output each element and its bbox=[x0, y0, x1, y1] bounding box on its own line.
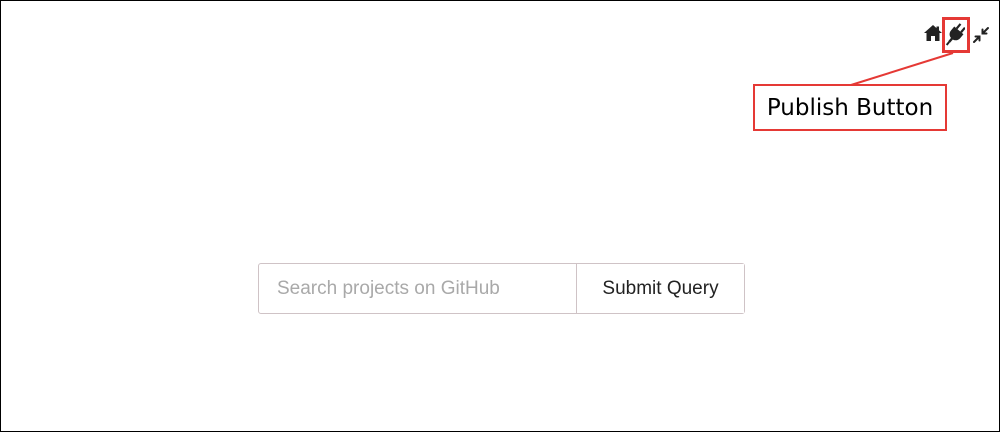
collapse-icon[interactable] bbox=[972, 26, 990, 44]
publish-highlight-box bbox=[942, 17, 970, 53]
search-input[interactable] bbox=[259, 264, 577, 313]
home-icon[interactable] bbox=[923, 24, 943, 42]
page-canvas: Publish Button Submit Query bbox=[0, 0, 1000, 432]
callout-label-text: Publish Button bbox=[766, 94, 934, 121]
search-form: Submit Query bbox=[258, 263, 745, 314]
callout-connector-line bbox=[850, 52, 954, 86]
callout-label: Publish Button bbox=[753, 84, 947, 131]
submit-query-button[interactable]: Submit Query bbox=[577, 264, 744, 313]
